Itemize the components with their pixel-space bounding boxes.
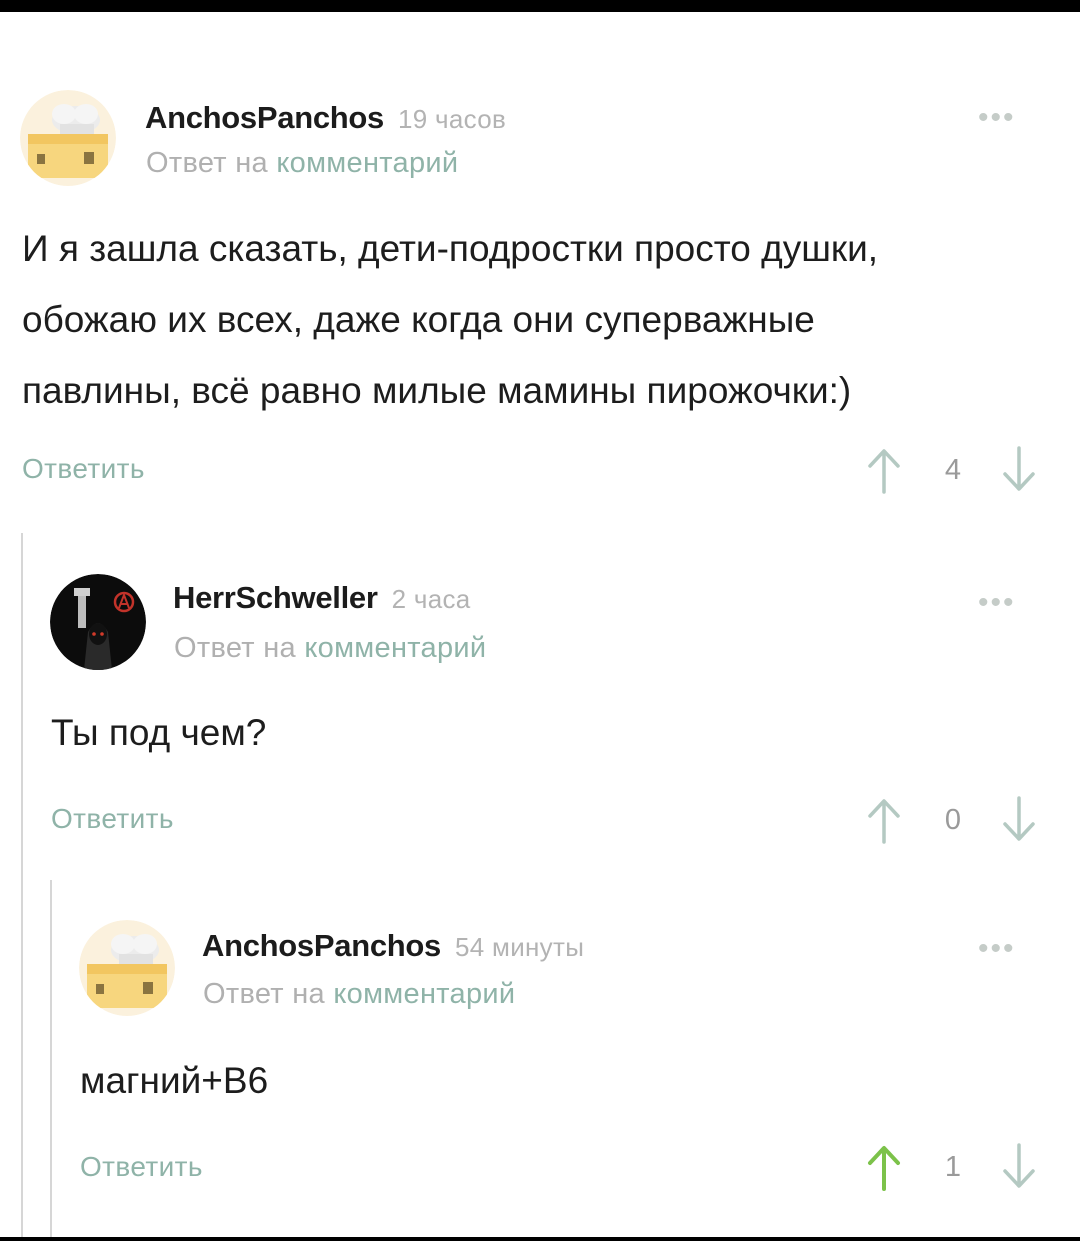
reply-button[interactable]: Ответить <box>51 803 174 835</box>
downvote-arrow-icon[interactable] <box>999 796 1039 844</box>
vote-count: 0 <box>944 804 962 836</box>
top-edge-bar <box>0 0 1080 12</box>
reply-button[interactable]: Ответить <box>22 453 145 485</box>
comment-body: И я зашла сказать, дети-подростки просто… <box>22 213 878 426</box>
thread-line-level-2 <box>50 880 52 1241</box>
upvote-arrow-icon[interactable] <box>864 446 904 494</box>
chef-toaster-avatar-icon <box>20 90 116 186</box>
comment-author[interactable]: HerrSchweller <box>173 580 378 615</box>
chef-toaster-avatar-icon <box>79 920 175 1016</box>
vote-count: 4 <box>944 454 962 486</box>
comment-body-line: магний+В6 <box>80 1060 269 1101</box>
reply-to-prefix: Ответ на <box>203 978 325 1010</box>
more-options-button[interactable]: ••• <box>978 588 1016 618</box>
comment-author[interactable]: AnchosPanchos <box>202 928 441 963</box>
more-options-button[interactable]: ••• <box>978 934 1016 964</box>
comment-body: магний+В6 <box>80 1045 268 1116</box>
comment-time: 2 часа <box>391 584 471 614</box>
comment-body-line: павлины, всё равно милые мамины пирожочк… <box>22 370 852 411</box>
thread-line-level-1 <box>21 533 23 1241</box>
avatar[interactable] <box>50 574 146 670</box>
hooded-figure-avatar-icon <box>50 574 146 670</box>
bottom-edge-bar <box>0 1237 1080 1241</box>
avatar[interactable] <box>79 920 175 1016</box>
comment-body-line: И я зашла сказать, дети-подростки просто… <box>22 228 879 269</box>
comment-time: 19 часов <box>397 104 507 134</box>
reply-to-prefix: Ответ на <box>174 632 296 664</box>
comment-body-line: Ты под чем? <box>51 712 267 753</box>
avatar[interactable] <box>20 90 116 186</box>
reply-to-link[interactable]: комментарий <box>276 147 458 179</box>
downvote-arrow-icon[interactable] <box>999 446 1039 494</box>
reply-to-prefix: Ответ на <box>146 147 268 179</box>
downvote-arrow-icon[interactable] <box>999 1143 1039 1191</box>
reply-to-link[interactable]: комментарий <box>304 632 486 664</box>
comment-body: Ты под чем? <box>51 697 266 768</box>
vote-count: 1 <box>944 1151 962 1183</box>
more-options-button[interactable]: ••• <box>978 103 1016 133</box>
upvote-arrow-icon[interactable] <box>864 1143 904 1191</box>
comment-body-line: обожаю их всех, даже когда они суперважн… <box>22 299 815 340</box>
reply-button[interactable]: Ответить <box>80 1151 203 1183</box>
comment-time: 54 минуты <box>454 932 585 962</box>
comment-author[interactable]: AnchosPanchos <box>145 100 384 135</box>
reply-to-link[interactable]: комментарий <box>333 978 515 1010</box>
upvote-arrow-icon[interactable] <box>864 796 904 844</box>
